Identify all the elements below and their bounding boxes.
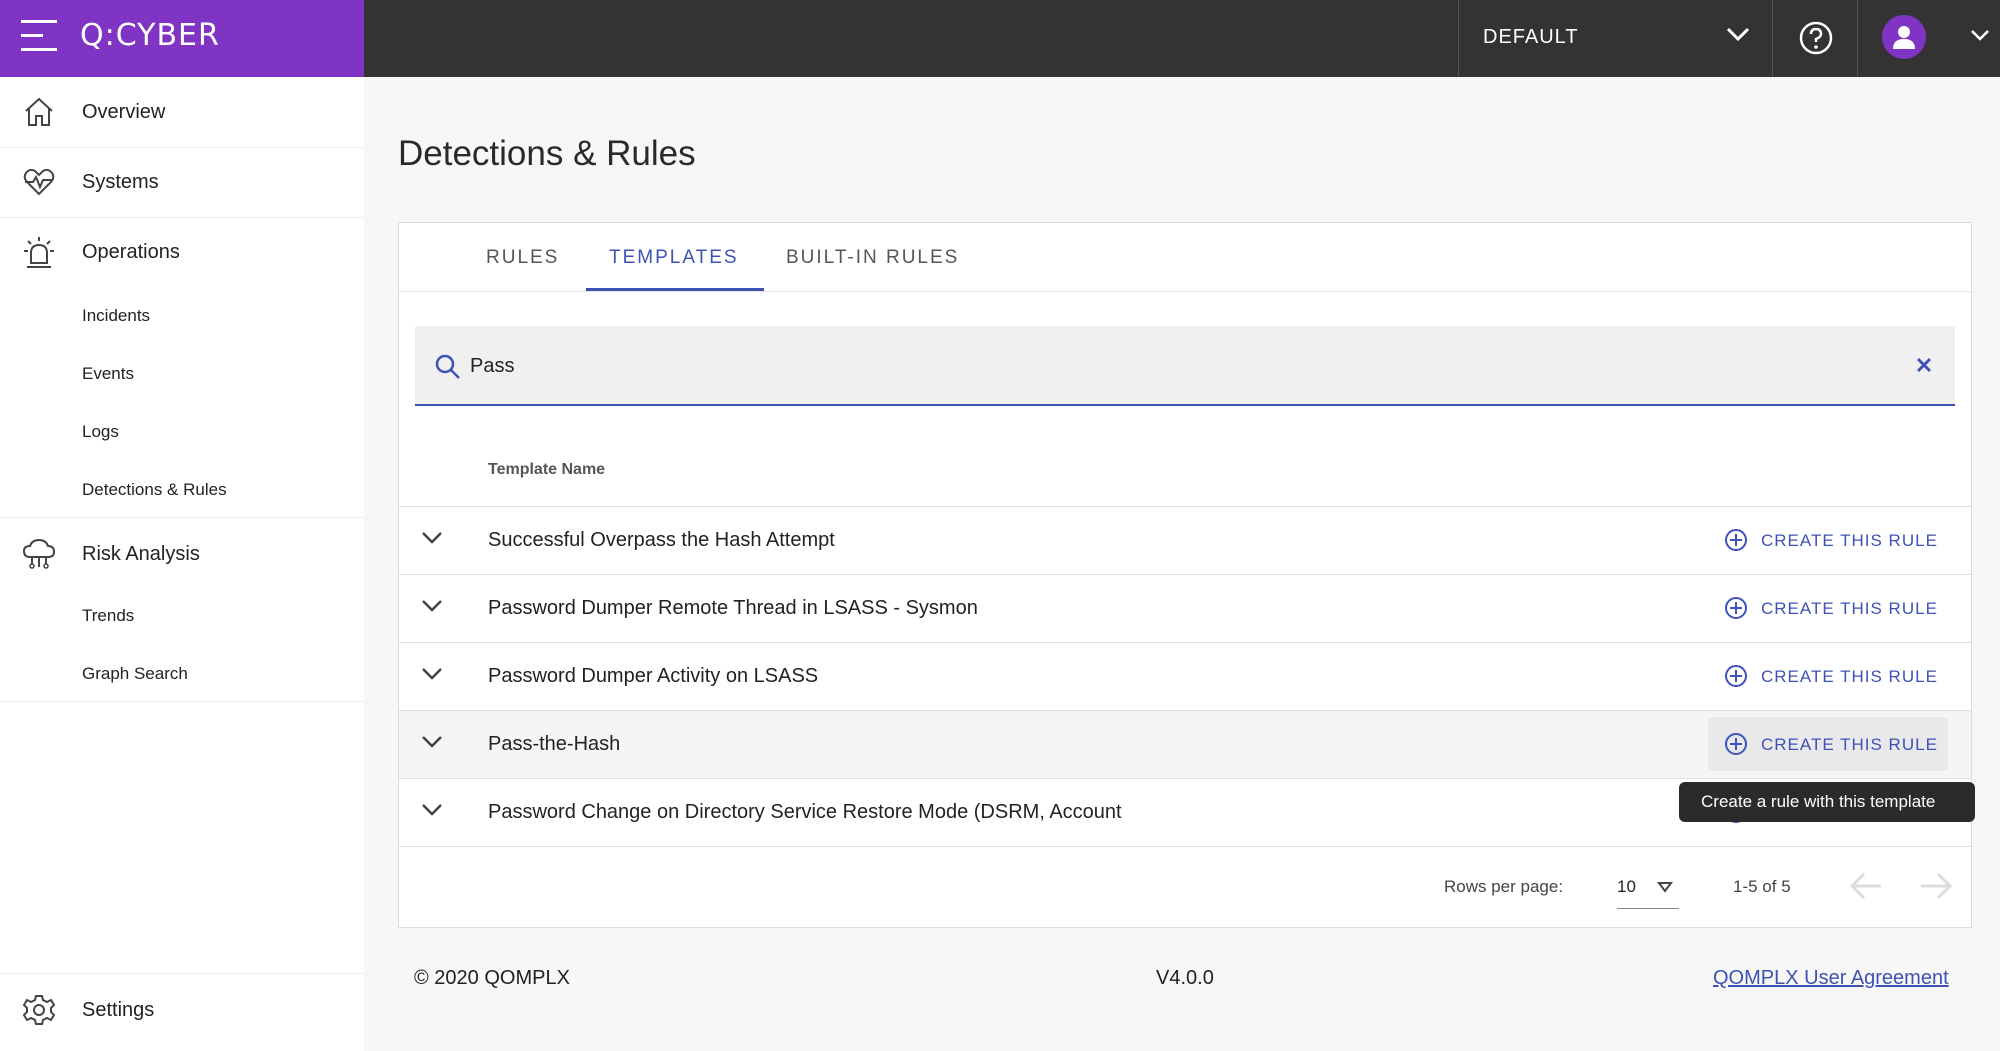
tab-rules[interactable]: RULES [486,247,559,269]
search-field[interactable] [415,326,1955,406]
sidebar-item-trends[interactable]: Trends [82,606,134,626]
sidebar-item-label: Operations [82,241,180,263]
divider [0,701,364,702]
brand-area: Q:CYBER [0,0,364,77]
create-rule-button[interactable]: CREATE THIS RULE [1708,717,1948,771]
template-name: Pass-the-Hash [488,733,621,755]
create-rule-label: CREATE THIS RULE [1761,735,1938,754]
sidebar-item-label: Systems [82,171,159,193]
user-icon [1893,26,1915,49]
search-icon [435,354,460,379]
sidebar-item-events[interactable]: Events [82,364,134,384]
chevron-down-icon[interactable] [421,735,443,749]
create-rule-button[interactable]: CREATE THIS RULE [1708,581,1948,635]
column-header-template-name[interactable]: Template Name [488,461,605,479]
tab-built-in-rules[interactable]: BUILT-IN RULES [786,247,959,269]
chevron-down-icon[interactable] [421,531,443,545]
sidebar-item-label: Overview [82,101,166,123]
arrow-left-icon[interactable] [1849,871,1883,901]
divider [0,517,364,518]
sidebar-item-settings[interactable]: Settings [0,975,364,1043]
help-icon [1799,21,1833,55]
search-input[interactable] [470,350,1850,382]
chevron-down-icon[interactable] [421,803,443,817]
home-icon [25,97,53,126]
alarm-icon [24,237,54,268]
tenant-selector[interactable]: DEFAULT [1458,0,1773,77]
sidebar-item-detections-rules[interactable]: Detections & Rules [82,480,227,500]
table-row[interactable]: Pass-the-Hash CREATE THIS RULE [399,710,1971,778]
chevron-down-icon[interactable] [421,599,443,613]
sidebar-item-incidents[interactable]: Incidents [82,306,150,326]
arrow-right-icon[interactable] [1919,871,1953,901]
sidebar-item-systems[interactable]: Systems [0,147,364,215]
version: V4.0.0 [1156,967,1214,989]
templates-card: RULES TEMPLATES BUILT-IN RULES Template … [398,222,1972,928]
add-circle-icon [1725,597,1747,619]
sidebar-item-operations[interactable]: Operations [0,217,364,285]
triangle-down-icon [1657,882,1673,893]
tooltip: Create a rule with this template [1679,782,1975,822]
table-row[interactable]: Successful Overpass the Hash Attempt CRE… [399,506,1971,574]
tab-templates[interactable]: TEMPLATES [609,247,739,269]
top-bar: Q:CYBER DEFAULT [0,0,2000,77]
create-rule-label: CREATE THIS RULE [1761,531,1938,550]
avatar[interactable] [1882,15,1926,59]
create-rule-button[interactable]: CREATE THIS RULE [1708,649,1948,703]
template-name: Password Dumper Remote Thread in LSASS -… [488,597,978,619]
chevron-down-icon[interactable] [1970,28,1990,42]
help-button[interactable] [1773,0,1858,77]
heartbeat-icon [23,168,55,196]
sidebar-item-logs[interactable]: Logs [82,422,119,442]
sidebar-item-label: Risk Analysis [82,543,200,565]
create-rule-button[interactable]: CREATE THIS RULE [1708,513,1948,567]
rows-per-page-select[interactable]: 10 [1617,869,1679,909]
create-rule-label: CREATE THIS RULE [1761,599,1938,618]
template-name: Password Change on Directory Service Res… [488,801,1122,823]
sidebar-item-label: Settings [82,999,155,1021]
table-row[interactable]: Password Dumper Remote Thread in LSASS -… [399,574,1971,642]
add-circle-icon [1725,733,1747,755]
rows-per-page-value: 10 [1617,877,1636,896]
sidebar-item-graph-search[interactable]: Graph Search [82,664,188,684]
sidebar-item-overview[interactable]: Overview [0,77,364,145]
chevron-down-icon[interactable] [421,667,443,681]
template-name: Successful Overpass the Hash Attempt [488,529,835,551]
sidebar: Overview Systems Operations Incidents Ev… [0,77,364,1051]
add-circle-icon [1725,665,1747,687]
copyright: © 2020 QOMPLX [414,967,570,989]
menu-icon[interactable] [21,20,57,52]
tab-bar: RULES TEMPLATES BUILT-IN RULES [399,223,1971,292]
sidebar-item-risk-analysis[interactable]: Risk Analysis [0,519,364,587]
tenant-label: DEFAULT [1483,26,1579,48]
app-logo[interactable]: Q:CYBER [80,18,220,53]
close-icon[interactable] [1915,356,1933,374]
page-title: Detections & Rules [398,134,696,173]
table-row[interactable]: Password Dumper Activity on LSASS CREATE… [399,642,1971,710]
divider [0,973,364,974]
page-range: 1-5 of 5 [1733,877,1791,896]
user-menu[interactable] [1858,0,2000,77]
gear-icon [22,995,56,1025]
tooltip-text: Create a rule with this template [1701,792,1936,811]
chevron-down-icon [1726,27,1750,42]
cloud-network-icon [22,538,56,569]
add-circle-icon [1725,529,1747,551]
rows-per-page-label: Rows per page: [1444,877,1564,896]
template-name: Password Dumper Activity on LSASS [488,665,819,687]
pagination-bar: Rows per page: 10 1-5 of 5 [399,846,1971,929]
user-agreement-link[interactable]: QOMPLX User Agreement [1713,967,1949,990]
create-rule-label: CREATE THIS RULE [1761,667,1938,686]
active-tab-indicator [586,288,764,291]
